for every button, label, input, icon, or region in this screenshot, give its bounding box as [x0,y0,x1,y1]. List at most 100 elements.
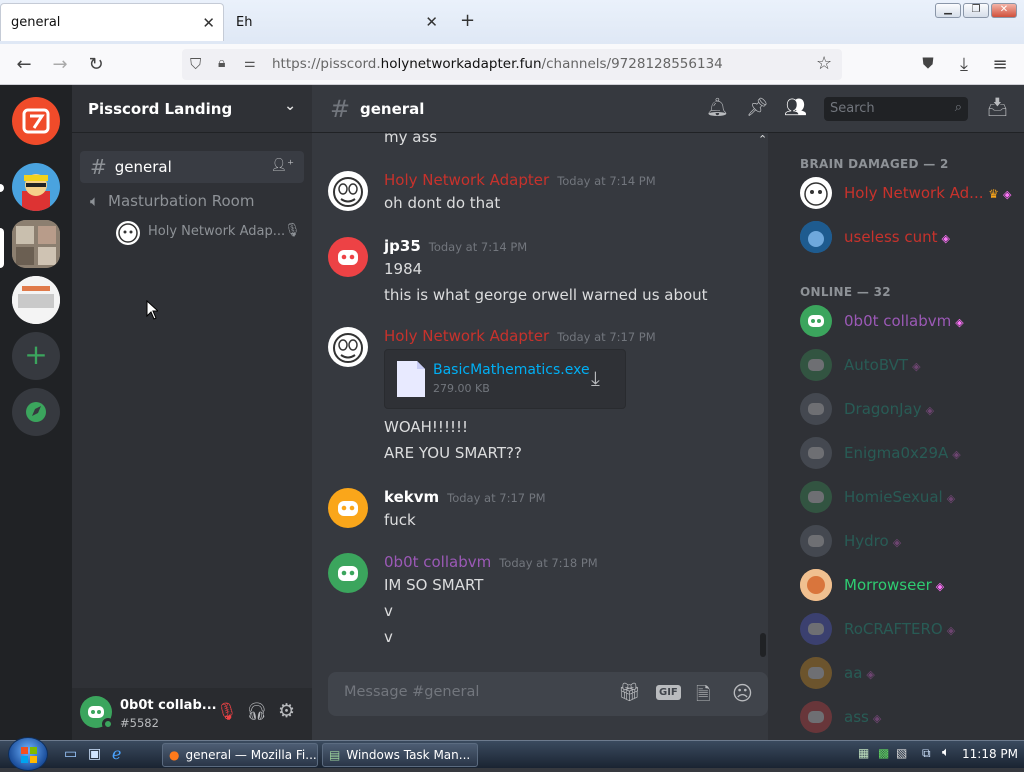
member-item[interactable]: useless cunt ◈ [800,221,1020,261]
maximize-button[interactable]: ❐ [963,3,989,18]
member-item[interactable]: AutoBVT ◈ [800,349,1020,389]
message: Holy Network Adapter Today at 7:17 PM Bas… [328,327,768,467]
server-icon-pisscord-landing[interactable] [12,220,60,268]
shield-icon[interactable]: ⛉ [190,55,201,73]
gif-icon[interactable]: GIF [656,685,681,700]
member-item[interactable]: ass ◈ [800,701,1020,741]
message-text: WOAH!!!!!! [384,418,468,436]
clock[interactable]: 11:18 PM [962,747,1018,761]
switch-windows-icon[interactable]: ▣ [88,746,101,762]
tray-icon[interactable]: ▦ [858,746,869,760]
chevron-down-icon[interactable]: ⌄ [284,98,296,114]
close-tab-icon[interactable]: ✕ [425,13,438,31]
pocket-icon[interactable]: ⛊ [916,54,940,72]
member-item[interactable]: Enigma0x29A ◈ [800,437,1020,477]
inbox-icon[interactable]: 📥︎ [986,97,1009,118]
taskbar-task-manager[interactable]: ▤ Windows Task Man... [322,743,478,767]
volume-icon[interactable]: 🔈︎ [942,745,950,760]
gift-icon[interactable]: 🎁︎ [618,682,641,703]
file-name-link[interactable]: BasicMathematics.exe [433,362,590,378]
download-icon[interactable]: ⤓ [591,366,600,390]
lock-icon[interactable]: 🔒︎ [218,55,225,71]
menu-icon[interactable]: ≡ [988,54,1012,75]
url-text[interactable]: https://pisscord.holynetworkadapter.fun/… [272,56,722,72]
taskbar-firefox[interactable]: ● general — Mozilla Fi... [162,743,318,767]
permissions-icon[interactable]: ⚌ [244,56,256,71]
avatar [800,393,832,425]
crown-icon: ♛ [988,187,1000,201]
scroll-up-icon[interactable]: ⌃ [758,133,767,146]
member-item[interactable]: Morrowseer ◈ [800,569,1020,609]
member-name: HomieSexual ◈ [844,488,956,506]
server-header[interactable]: Pisscord Landing ⌄ [72,85,312,133]
address-bar[interactable]: ⛉ 🔒︎ ⚌ https://pisscord.holynetworkadapt… [182,49,842,80]
message: Holy Network Adapter Today at 7:14 PM oh … [328,171,768,221]
close-tab-icon[interactable]: ✕ [202,14,215,32]
tray-icon[interactable]: ▩ [878,746,889,760]
message-author[interactable]: kekvm Today at 7:17 PM [384,488,546,506]
member-item[interactable]: DragonJay ◈ [800,393,1020,433]
channel-masturbation-room[interactable]: 🔈︎ Masturbation Room [80,185,304,217]
tab-general[interactable]: general ✕ [0,3,224,41]
reload-icon[interactable]: ↻ [84,54,108,75]
gear-icon[interactable]: ⚙ [278,700,295,722]
message-composer[interactable]: Message #general 🎁︎ GIF 🗎︎ ☹︎ [328,672,768,716]
avatar [800,177,832,209]
home-button[interactable] [12,97,60,145]
avatar[interactable] [328,488,368,528]
message-author[interactable]: Holy Network Adapter Today at 7:17 PM [384,327,656,345]
headphones-icon[interactable]: 🎧︎ [246,702,268,722]
voice-user[interactable]: Holy Network Adap... 🎙︎ [116,221,304,245]
back-icon[interactable]: ← [12,54,36,75]
file-icon [397,361,425,397]
member-item[interactable]: 0b0t collabvm ◈ [800,305,1020,345]
mute-mic-icon[interactable]: 🎙︎ [216,702,238,722]
member-item[interactable]: Holy Network Ad... ♛ ◈ [800,177,1020,217]
explore-servers-icon[interactable] [12,388,60,436]
downloads-icon[interactable]: ⤓ [952,54,976,75]
message-text: v [384,602,393,620]
online-status-dot [102,718,114,730]
scroll-thumb[interactable] [760,633,766,657]
tab-eh[interactable]: Eh ✕ [226,3,446,41]
member-name: useless cunt ◈ [844,228,950,246]
forward-icon[interactable]: → [48,54,72,75]
minimize-button[interactable]: ▁ [935,3,961,18]
member-item[interactable]: HomieSexual ◈ [800,481,1020,521]
bell-icon[interactable]: 🔔︎ [706,97,729,118]
avatar[interactable] [328,237,368,277]
tray-icon[interactable]: ▧ [896,746,907,760]
avatar[interactable] [328,553,368,593]
internet-explorer-icon[interactable]: ℯ [112,744,121,763]
member-item[interactable]: RoCRAFTERO ◈ [800,613,1020,653]
server-icon-1[interactable] [12,163,60,211]
member-item[interactable]: Hydro ◈ [800,525,1020,565]
add-server-icon[interactable]: + [12,332,60,380]
avatar[interactable] [328,171,368,211]
message-author[interactable]: Holy Network Adapter Today at 7:14 PM [384,171,656,189]
message-author[interactable]: jp35 Today at 7:14 PM [384,237,527,255]
emoji-icon[interactable]: ☹︎ [732,681,753,705]
avatar[interactable] [328,327,368,367]
nitro-boost-icon: ◈ [872,712,882,725]
message: 0b0t collabvm Today at 7:18 PM IM SO SMAR… [328,553,768,653]
show-desktop-icon[interactable]: ▭ [64,746,77,762]
start-button[interactable] [8,737,48,771]
sticker-icon[interactable]: 🗎︎ [696,682,710,712]
channel-general[interactable]: # general 👤︎⁺ [80,151,304,183]
search-input[interactable]: Search ⌕ [824,97,968,121]
message-text: IM SO SMART [384,576,484,594]
new-tab-icon[interactable]: + [460,10,475,31]
close-window-button[interactable]: ✕ [991,3,1017,18]
invite-icon[interactable]: 👤︎⁺ [271,158,294,173]
member-item[interactable]: aa ◈ [800,657,1020,697]
member-list-icon[interactable]: 👥︎ [784,97,807,118]
pin-icon[interactable]: 📌︎ [746,97,769,118]
server-name: Pisscord Landing [88,100,233,118]
chat-scrollbar[interactable]: ⌃ [758,133,768,663]
main-area: # general 🔔︎ 📌︎ 👥︎ Search ⌕ 📥︎ my ass Ho… [312,85,1024,740]
network-icon[interactable]: ⧉ [922,746,931,761]
server-icon-3[interactable] [12,276,60,324]
message-author[interactable]: 0b0t collabvm Today at 7:18 PM [384,553,598,571]
bookmark-star-icon[interactable]: ☆ [816,53,832,74]
